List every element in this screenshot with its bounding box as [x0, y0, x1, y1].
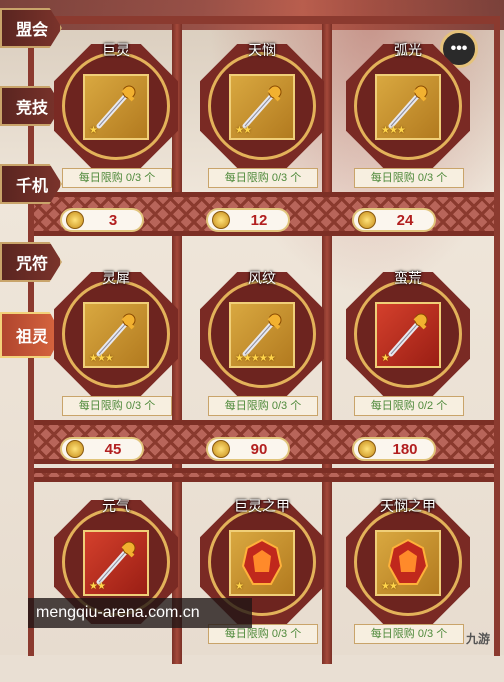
item-name: 巨灵之甲: [234, 498, 290, 514]
price-value: 180: [392, 440, 418, 458]
coin-icon: [212, 211, 230, 229]
shop-item-card[interactable]: 蛮荒 ★ 每日限购 0/2 个: [344, 254, 472, 454]
tab-label: 竞技: [16, 100, 49, 117]
coin-icon: [358, 440, 376, 458]
item-slot[interactable]: ★★★: [375, 74, 441, 140]
coin-icon: [358, 211, 376, 229]
price-value: 24: [396, 211, 414, 229]
item-slot[interactable]: ★: [83, 74, 149, 140]
price-tag[interactable]: 45: [60, 437, 144, 461]
logo: 九游: [466, 632, 491, 646]
shop-item-card[interactable]: 灵犀 ★★★ 每日限购 0/3 个: [52, 254, 180, 454]
tab-label: 盟会: [16, 22, 49, 39]
star-rating: ★★★: [381, 125, 406, 136]
daily-limit: 每日限购 0/3 个: [208, 396, 318, 416]
daily-limit: 每日限购 0/3 个: [354, 624, 464, 644]
daily-limit: 每日限购 0/3 个: [62, 168, 172, 188]
price-tag[interactable]: 24: [352, 208, 436, 232]
shop-item-card[interactable]: 元气 ★★: [52, 482, 180, 682]
tab-label: 祖灵: [16, 329, 49, 346]
star-rating: ★★: [89, 581, 106, 592]
item-name: 蛮荒: [394, 270, 422, 286]
price-value: 12: [250, 211, 268, 229]
coin-icon: [212, 440, 230, 458]
tab-label: 咒符: [16, 256, 49, 273]
daily-limit: 每日限购 0/3 个: [354, 168, 464, 188]
star-rating: ★: [89, 125, 98, 136]
price-value: 45: [104, 440, 122, 458]
item-slot[interactable]: ★★: [83, 530, 149, 596]
item-name: 风纹: [248, 270, 276, 286]
shop-item-card[interactable]: 弧光 ★★★ 每日限购 0/3 个: [344, 26, 472, 226]
item-slot[interactable]: ★★: [229, 74, 295, 140]
daily-limit: 每日限购 0/2 个: [354, 396, 464, 416]
item-name: 弧光: [394, 42, 422, 58]
item-slot[interactable]: ★: [229, 530, 295, 596]
site-watermark: mengqiu-arena.com.cn: [28, 598, 252, 628]
item-slot[interactable]: ★: [375, 302, 441, 368]
item-name: 天悯: [248, 42, 276, 58]
item-name: 天悯之甲: [380, 498, 436, 514]
star-rating: ★★: [235, 125, 252, 136]
shelf-row-3-top: [34, 468, 494, 482]
shop-item-card[interactable]: 天悯 ★★ 每日限购 0/3 个: [198, 26, 326, 226]
item-name: 巨灵: [102, 42, 130, 58]
price-tag[interactable]: 90: [206, 437, 290, 461]
star-rating: ★: [381, 353, 390, 364]
star-rating: ★: [235, 581, 244, 592]
price-value: 90: [250, 440, 268, 458]
shop-item-card[interactable]: 巨灵之甲 ★ 每日限购 0/3 个: [198, 482, 326, 682]
item-slot[interactable]: ★★: [375, 530, 441, 596]
tab-label: 千机: [16, 178, 49, 195]
star-rating: ★★: [381, 581, 398, 592]
item-name: 元气: [102, 498, 130, 514]
shop-item-card[interactable]: 风纹 ★★★★★ 每日限购 0/3 个: [198, 254, 326, 454]
star-rating: ★★★★★: [235, 353, 276, 364]
coin-icon: [66, 440, 84, 458]
daily-limit: 每日限购 0/3 个: [208, 168, 318, 188]
coin-icon: [66, 211, 84, 229]
item-slot[interactable]: ★★★: [83, 302, 149, 368]
price-tag[interactable]: 180: [352, 437, 436, 461]
star-rating: ★★★: [89, 353, 114, 364]
price-value: 3: [108, 211, 118, 229]
daily-limit: 每日限购 0/3 个: [62, 396, 172, 416]
price-tag[interactable]: 3: [60, 208, 144, 232]
item-slot[interactable]: ★★★★★: [229, 302, 295, 368]
shop-item-card[interactable]: 巨灵 ★ 每日限购 0/3 个: [52, 26, 180, 226]
price-tag[interactable]: 12: [206, 208, 290, 232]
shop-item-card[interactable]: 天悯之甲 ★★ 每日限购 0/3 个: [344, 482, 472, 682]
item-name: 灵犀: [102, 270, 130, 286]
